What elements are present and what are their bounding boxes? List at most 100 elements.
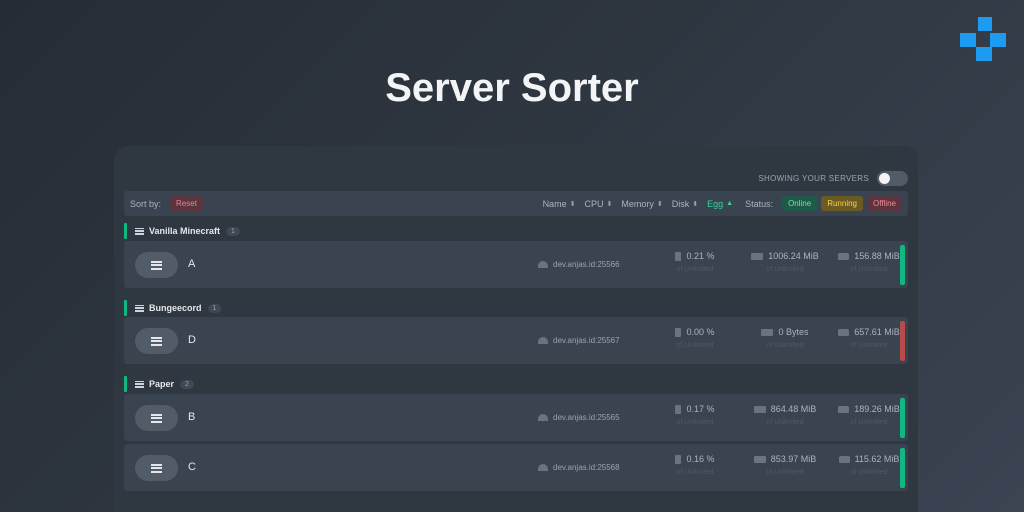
memory-stat: 853.97 MiB of Unlimited (740, 454, 830, 476)
sort-arrows-icon: ⬍ (569, 200, 576, 208)
sort-disk-label: Disk (671, 198, 690, 209)
server-name: C (188, 461, 196, 473)
status-indicator-online (900, 398, 905, 438)
server-address-text: dev.anjas.id:25566 (553, 260, 620, 269)
sort-name[interactable]: Name ⬍ (543, 199, 576, 209)
status-indicator-online (900, 448, 905, 488)
cpu-value: 0.21 % (686, 251, 715, 261)
cpu-limit: of Unlimited (676, 342, 714, 349)
server-icon (151, 260, 162, 270)
group-accent (124, 223, 127, 239)
page-title: Server Sorter (385, 66, 639, 110)
cpu-value: 0.16 % (686, 454, 715, 464)
memory-limit: of Unlimited (766, 419, 804, 426)
network-icon (538, 337, 548, 344)
server-button[interactable] (135, 252, 178, 278)
server-address: dev.anjas.id:25565 (538, 413, 620, 422)
server-row[interactable]: C dev.anjas.id:25568 0.16 % of Unlimited … (124, 444, 908, 491)
menu-icon (135, 304, 144, 312)
group-accent (124, 300, 127, 316)
group-header[interactable]: Paper 2 (124, 376, 424, 392)
menu-icon (135, 227, 144, 235)
memory-icon (753, 455, 766, 463)
server-button[interactable] (135, 405, 178, 431)
toggle-label: SHOWING YOUR SERVERS (758, 173, 869, 183)
memory-icon (751, 252, 764, 260)
group-accent (124, 376, 127, 392)
group-name: Vanilla Minecraft (149, 226, 221, 236)
sort-arrows-icon: ⬍ (692, 200, 699, 208)
sort-cpu[interactable]: CPU ⬍ (584, 199, 612, 209)
cpu-icon (675, 327, 682, 337)
disk-icon (838, 405, 850, 413)
group-count-badge: 2 (180, 379, 194, 389)
server-row[interactable]: A dev.anjas.id:25566 0.21 % of Unlimited … (124, 241, 908, 288)
filter-running-button[interactable]: Running (821, 196, 864, 211)
memory-value: 864.48 MiB (770, 404, 817, 414)
disk-icon (838, 455, 850, 463)
cpu-icon (675, 454, 682, 464)
group-name: Paper (149, 379, 175, 389)
filter-online-button[interactable]: Online (782, 196, 818, 211)
network-icon (538, 464, 548, 471)
memory-stat: 0 Bytes of Unlimited (740, 327, 830, 349)
cpu-stat: 0.21 % of Unlimited (650, 251, 740, 273)
server-name: A (188, 258, 196, 270)
server-address: dev.anjas.id:25567 (538, 336, 620, 345)
cpu-icon (675, 251, 682, 261)
server-icon (151, 463, 162, 473)
status-indicator-offline (900, 321, 905, 361)
sort-arrows-icon: ⬍ (656, 200, 663, 208)
sort-bar: Sort by: Reset Name ⬍ CPU ⬍ Memory ⬍ Disk ⬍ … (124, 191, 908, 216)
network-icon (538, 261, 548, 268)
sort-cpu-label: CPU (584, 198, 604, 209)
disk-icon (838, 328, 850, 336)
sort-name-label: Name (542, 198, 567, 209)
sort-egg[interactable]: Egg ▲ (707, 199, 733, 209)
group-name: Bungeecord (149, 303, 202, 313)
sort-by-label: Sort by: (130, 198, 162, 209)
disk-value: 156.88 MiB (854, 251, 900, 261)
server-name: D (188, 334, 196, 346)
disk-value: 657.61 MiB (854, 327, 900, 337)
cpu-stat: 0.00 % of Unlimited (650, 327, 740, 349)
server-row[interactable]: D dev.anjas.id:25567 0.00 % of Unlimited … (124, 317, 908, 364)
memory-value: 0 Bytes (778, 327, 809, 337)
cpu-icon (675, 404, 682, 414)
sort-disk[interactable]: Disk ⬍ (672, 199, 698, 209)
group-header[interactable]: Bungeecord 1 (124, 300, 424, 316)
sort-memory[interactable]: Memory ⬍ (621, 199, 662, 209)
server-button[interactable] (135, 455, 178, 481)
group-header[interactable]: Vanilla Minecraft 1 (124, 223, 424, 239)
memory-value: 853.97 MiB (770, 454, 817, 464)
memory-value: 1006.24 MiB (768, 251, 819, 261)
sort-up-icon: ▲ (726, 200, 734, 207)
disk-icon (838, 252, 850, 260)
network-icon (538, 414, 548, 421)
disk-value: 115.62 MiB (854, 454, 900, 464)
server-address-text: dev.anjas.id:25568 (553, 463, 620, 472)
reset-button[interactable]: Reset (170, 196, 203, 211)
sort-arrows-icon: ⬍ (606, 200, 613, 208)
memory-stat: 864.48 MiB of Unlimited (740, 404, 830, 426)
sort-memory-label: Memory (621, 198, 654, 209)
server-address: dev.anjas.id:25566 (538, 260, 620, 269)
toggle-row: SHOWING YOUR SERVERS (124, 170, 908, 186)
memory-icon (753, 405, 766, 413)
server-row[interactable]: B dev.anjas.id:25565 0.17 % of Unlimited … (124, 394, 908, 441)
disk-value: 189.26 MiB (854, 404, 900, 414)
memory-limit: of Unlimited (766, 266, 804, 273)
cpu-stat: 0.16 % of Unlimited (650, 454, 740, 476)
status-label: Status: (745, 198, 774, 209)
cpu-limit: of Unlimited (676, 469, 714, 476)
show-servers-toggle[interactable] (877, 170, 908, 186)
cpu-stat: 0.17 % of Unlimited (650, 404, 740, 426)
memory-limit: of Unlimited (766, 342, 804, 349)
server-button[interactable] (135, 328, 178, 354)
group-count-badge: 1 (207, 303, 222, 313)
server-address-text: dev.anjas.id:25565 (553, 413, 620, 422)
server-address: dev.anjas.id:25568 (538, 463, 620, 472)
filter-offline-button[interactable]: Offline (867, 196, 902, 211)
cpu-limit: of Unlimited (676, 266, 714, 273)
memory-icon (761, 328, 774, 336)
